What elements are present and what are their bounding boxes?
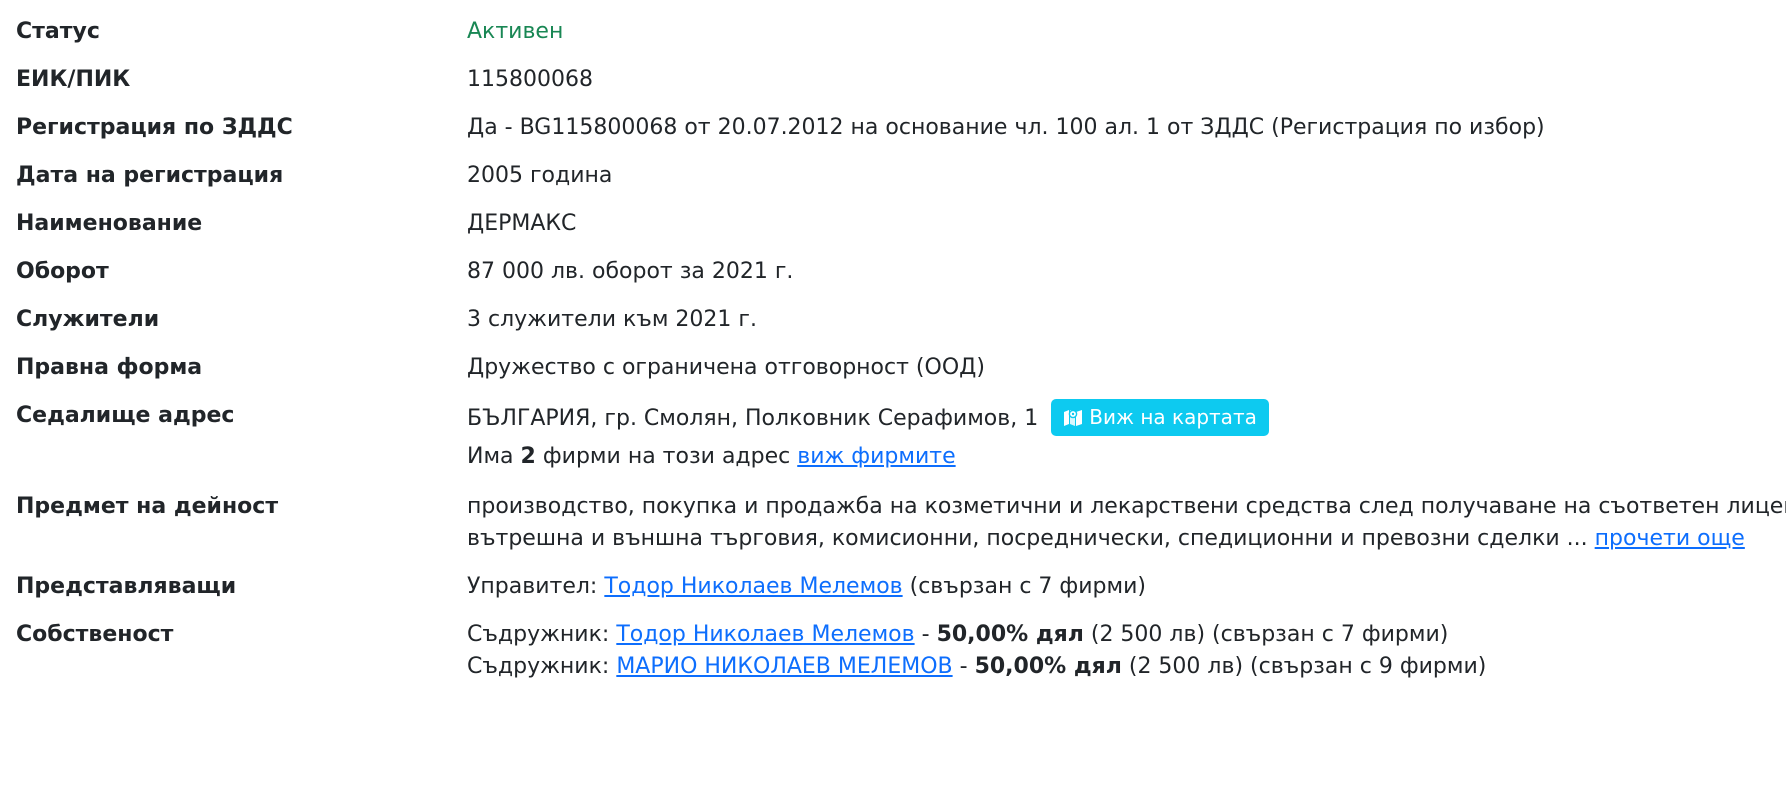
address-value-block: БЪЛГАРИЯ, гр. Смолян, Полковник Серафимо… (467, 398, 1786, 491)
view-on-map-button[interactable]: Виж на картата (1051, 398, 1269, 436)
row-vat: Регистрация по ЗДДС Да - BG115800068 от … (16, 112, 1786, 160)
activity-line-2: вътрешна и външна търговия, комисионни, … (467, 525, 1588, 551)
vat-label: Регистрация по ЗДДС (16, 115, 293, 140)
ownership-value-block: Съдружник: Тодор Николаев Мелемов - 50,0… (467, 619, 1786, 699)
address-line: БЪЛГАРИЯ, гр. Смолян, Полковник Серафимо… (467, 398, 1786, 438)
view-firms-link[interactable]: виж фирмите (797, 444, 955, 469)
owner-role: Съдружник: (467, 653, 610, 679)
eik-label: ЕИК/ПИК (16, 67, 131, 92)
owner-separator: - (921, 621, 930, 647)
view-on-map-label: Виж на картата (1089, 404, 1257, 429)
employees-label: Служители (16, 307, 160, 332)
row-status: Статус Активен (16, 16, 1786, 64)
owner-separator: - (959, 653, 968, 679)
owner-amount: (2 500 лв) (1090, 621, 1206, 647)
representatives-label: Представляващи (16, 573, 237, 599)
firms-count: 2 (520, 443, 536, 469)
owner-suffix: (свързан с 9 фирми) (1250, 653, 1487, 679)
name-value: ДЕРМАКС (467, 211, 577, 236)
row-representatives: Представляващи Управител: Тодор Николаев… (16, 571, 1786, 619)
owner-line: Съдружник: Тодор Николаев Мелемов - 50,0… (467, 619, 1786, 651)
row-legal-form: Правна форма Дружество с ограничена отго… (16, 352, 1786, 400)
eik-value: 115800068 (467, 67, 593, 92)
map-icon (1063, 408, 1083, 426)
representatives-value: Управител: Тодор Николаев Мелемов (свърз… (467, 571, 1786, 619)
status-label: Статус (16, 19, 100, 44)
turnover-value: 87 000 лв. оборот за 2021 г. (467, 259, 794, 284)
address-text: БЪЛГАРИЯ, гр. Смолян, Полковник Серафимо… (467, 406, 1039, 431)
activity-line-2-wrap: вътрешна и външна търговия, комисионни, … (467, 523, 1786, 555)
vat-value: Да - BG115800068 от 20.07.2012 на основа… (467, 115, 1545, 140)
row-name: Наименование ДЕРМАКС (16, 208, 1786, 256)
firms-prefix: Има (467, 443, 514, 469)
read-more-link[interactable]: прочети още (1595, 526, 1745, 551)
representative-suffix: (свързан с 7 фирми) (909, 573, 1146, 599)
reg-date-value: 2005 година (467, 163, 613, 188)
owner-suffix: (свързан с 7 фирми) (1212, 621, 1449, 647)
owner-share: 50,00% дял (974, 653, 1122, 679)
row-employees: Служители 3 служители към 2021 г. (16, 304, 1786, 352)
owner-role: Съдружник: (467, 621, 610, 647)
representative-person-link[interactable]: Тодор Николаев Мелемов (604, 574, 902, 599)
owner-person-link[interactable]: Тодор Николаев Мелемов (616, 622, 914, 647)
row-ownership: Собственост Съдружник: Тодор Николаев Ме… (16, 619, 1786, 699)
firms-middle: фирми на този адрес (542, 443, 791, 469)
owner-share: 50,00% дял (936, 621, 1084, 647)
row-eik: ЕИК/ПИК 115800068 (16, 64, 1786, 112)
status-value: Активен (467, 19, 564, 44)
activity-label: Предмет на дейност (16, 493, 279, 519)
row-turnover: Оборот 87 000 лв. оборот за 2021 г. (16, 256, 1786, 304)
legal-form-value: Дружество с ограничена отговорност (ООД) (467, 355, 985, 380)
owner-amount: (2 500 лв) (1128, 653, 1244, 679)
representative-role: Управител: (467, 573, 598, 599)
row-activity: Предмет на дейност производство, покупка… (16, 491, 1786, 571)
reg-date-label: Дата на регистрация (16, 163, 284, 188)
ownership-label: Собственост (16, 621, 174, 647)
address-label: Седалище адрес (16, 403, 235, 428)
row-address: Седалище адрес БЪЛГАРИЯ, гр. Смолян, Пол… (16, 398, 1786, 491)
address-firms-line: Има 2 фирми на този адрес виж фирмите (467, 438, 1786, 475)
owner-person-link[interactable]: МАРИО НИКОЛАЕВ МЕЛЕМОВ (616, 654, 952, 679)
turnover-label: Оборот (16, 259, 109, 284)
row-reg-date: Дата на регистрация 2005 година (16, 160, 1786, 208)
company-details: Статус Активен ЕИК/ПИК 115800068 Регистр… (0, 0, 1786, 699)
activity-line-1: производство, покупка и продажба на козм… (467, 493, 1786, 519)
name-label: Наименование (16, 211, 203, 236)
owner-line: Съдружник: МАРИО НИКОЛАЕВ МЕЛЕМОВ - 50,0… (467, 651, 1786, 683)
employees-value: 3 служители към 2021 г. (467, 307, 757, 332)
activity-value-block: производство, покупка и продажба на козм… (467, 491, 1786, 571)
legal-form-label: Правна форма (16, 355, 203, 380)
